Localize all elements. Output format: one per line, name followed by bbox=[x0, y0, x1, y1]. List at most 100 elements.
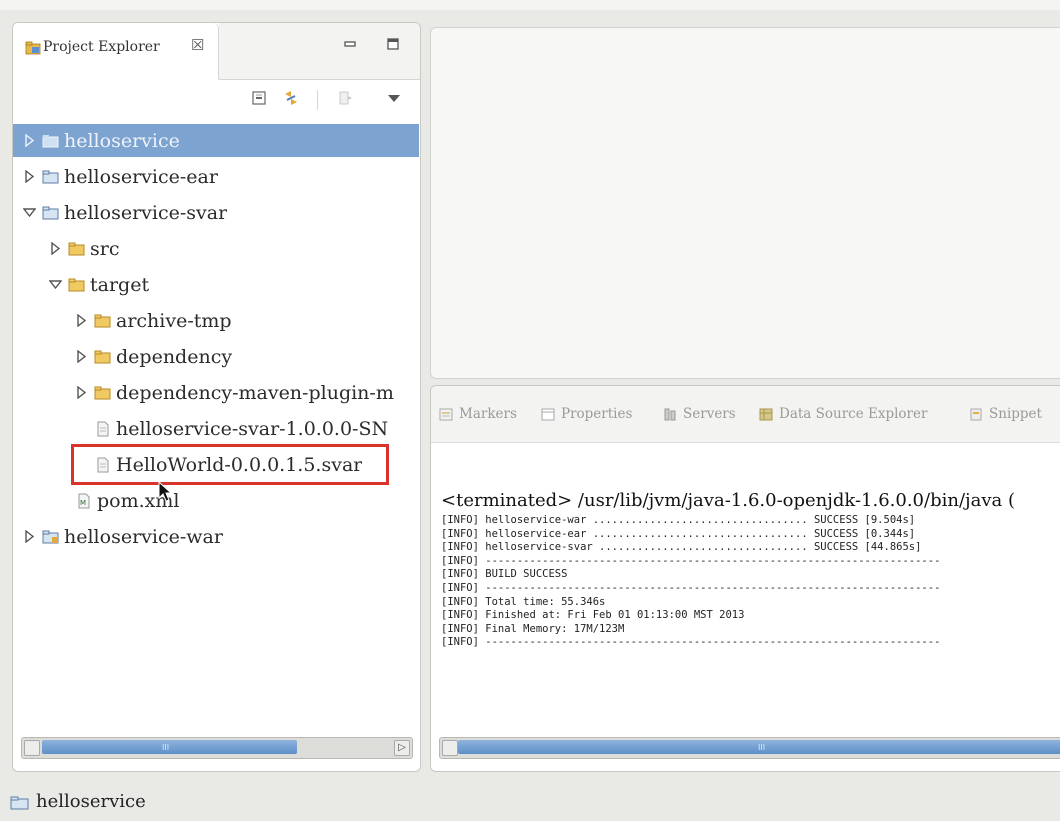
explorer-horizontal-scrollbar[interactable]: III ▷ bbox=[21, 737, 413, 759]
close-icon[interactable]: ☒ bbox=[191, 36, 204, 54]
file-icon bbox=[97, 421, 109, 436]
scrollbar-thumb[interactable]: III bbox=[458, 740, 1060, 754]
tree-item-pom-xml[interactable]: M pom.xml bbox=[13, 484, 420, 517]
mouse-cursor-icon bbox=[158, 481, 172, 502]
chevron-right-icon[interactable] bbox=[75, 350, 88, 363]
tree-item-label: dependency bbox=[116, 345, 233, 368]
folder-icon bbox=[94, 350, 111, 363]
explorer-toolbar bbox=[13, 80, 420, 122]
project-folder-icon bbox=[42, 530, 59, 543]
folder-icon bbox=[94, 386, 111, 399]
chevron-right-icon[interactable] bbox=[23, 530, 36, 543]
console-tabbar: Markers Properties Servers Data Source E… bbox=[431, 386, 1060, 443]
minimize-icon[interactable] bbox=[343, 37, 357, 51]
chevron-down-icon[interactable] bbox=[385, 92, 405, 112]
tree-item-label: target bbox=[90, 273, 150, 296]
tree-item-label: helloservice-war bbox=[64, 525, 223, 548]
console-output: [INFO] helloservice-war ................… bbox=[441, 514, 1060, 650]
snippets-icon bbox=[970, 408, 982, 420]
tab-properties[interactable]: Properties bbox=[541, 406, 632, 422]
panel-tabbar bbox=[219, 23, 420, 80]
scroll-right-button[interactable]: ▷ bbox=[394, 740, 410, 756]
tab-label: Servers bbox=[683, 406, 736, 422]
markers-icon bbox=[439, 408, 453, 420]
tab-label: Snippet bbox=[989, 406, 1042, 422]
tree-item-svar-snapshot[interactable]: helloservice-svar-1.0.0.0-SN bbox=[13, 412, 420, 445]
editor-area bbox=[430, 27, 1060, 379]
tree-item-helloservice-ear[interactable]: helloservice-ear bbox=[13, 160, 419, 193]
data-source-icon bbox=[759, 408, 773, 420]
project-folder-icon bbox=[42, 206, 59, 219]
tree-item-target[interactable]: target bbox=[13, 268, 420, 301]
file-icon bbox=[97, 457, 109, 472]
chevron-right-icon[interactable] bbox=[75, 314, 88, 327]
tab-data-source-explorer[interactable]: Data Source Explorer bbox=[759, 406, 927, 422]
svg-text:M: M bbox=[80, 499, 86, 507]
log-line: [INFO] helloservice-war ................… bbox=[441, 514, 916, 526]
tree-item-label: dependency-maven-plugin-m bbox=[116, 381, 394, 404]
tree-item-label: helloservice bbox=[64, 129, 180, 152]
log-line: [INFO] Final Memory: 17M/123M bbox=[441, 622, 625, 635]
servers-icon bbox=[664, 408, 676, 420]
log-line: [INFO] BUILD SUCCESS bbox=[441, 568, 568, 581]
tab-label: Properties bbox=[561, 406, 633, 422]
status-selected-resource: helloservice bbox=[36, 791, 146, 812]
toolbar-separator bbox=[317, 90, 318, 110]
log-line: [INFO] helloservice-svar ...............… bbox=[441, 541, 922, 554]
tree-item-helloservice-svar[interactable]: helloservice-svar bbox=[13, 196, 419, 229]
tree-item-label: HelloWorld-0.0.0.1.5.svar bbox=[116, 453, 363, 476]
status-bar: helloservice bbox=[0, 780, 1060, 821]
log-line: [INFO] ---------------------------------… bbox=[441, 581, 941, 594]
scroll-left-button[interactable] bbox=[24, 740, 40, 756]
project-explorer-panel: Project Explorer ☒ helloservice helloser… bbox=[12, 22, 421, 772]
console-horizontal-scrollbar[interactable]: III bbox=[439, 737, 1060, 759]
tab-title: Project Explorer bbox=[43, 39, 160, 55]
scrollbar-grip: III bbox=[758, 743, 766, 752]
chevron-down-icon[interactable] bbox=[49, 278, 62, 291]
folder-icon bbox=[94, 314, 111, 327]
tab-label: Markers bbox=[459, 406, 517, 422]
project-folder-icon bbox=[42, 170, 59, 183]
link-with-editor-icon[interactable] bbox=[281, 88, 301, 108]
chevron-down-icon[interactable] bbox=[23, 206, 36, 219]
project-folder-icon bbox=[42, 134, 59, 147]
folder-icon bbox=[68, 242, 85, 255]
tree-item-dependency[interactable]: dependency bbox=[13, 340, 420, 373]
tree-item-dependency-maven-plugin[interactable]: dependency-maven-plugin-m bbox=[13, 376, 420, 409]
scrollbar-thumb[interactable]: III bbox=[42, 740, 297, 754]
log-line: [INFO] ---------------------------------… bbox=[441, 636, 941, 649]
folder-icon bbox=[68, 278, 85, 291]
tab-snippets[interactable]: Snippet bbox=[969, 406, 1042, 422]
project-folder-icon bbox=[10, 796, 29, 810]
tab-project-explorer[interactable]: Project Explorer ☒ bbox=[13, 23, 219, 80]
tree-item-label: src bbox=[90, 237, 120, 260]
scrollbar-grip: III bbox=[162, 743, 170, 752]
tree-item-helloservice-war[interactable]: helloservice-war bbox=[13, 520, 419, 553]
chevron-right-icon[interactable] bbox=[23, 134, 36, 147]
chevron-right-icon[interactable] bbox=[23, 170, 36, 183]
tree-item-label: helloservice-ear bbox=[64, 165, 218, 188]
tree-item-archive-tmp[interactable]: archive-tmp bbox=[13, 304, 420, 337]
collapse-all-icon[interactable] bbox=[249, 88, 269, 108]
xml-file-icon: M bbox=[78, 493, 90, 508]
console-panel: Markers Properties Servers Data Source E… bbox=[430, 385, 1060, 772]
log-line: [INFO] ---------------------------------… bbox=[441, 554, 941, 567]
maximize-icon[interactable] bbox=[386, 37, 400, 51]
tree-item-helloworld-svar[interactable]: HelloWorld-0.0.0.1.5.svar bbox=[13, 448, 420, 481]
chevron-right-icon[interactable] bbox=[49, 242, 62, 255]
scroll-left-button[interactable] bbox=[442, 740, 458, 756]
project-explorer-icon bbox=[25, 41, 41, 55]
log-line: [INFO] Total time: 55.346s bbox=[441, 595, 606, 608]
window-top-strip bbox=[0, 0, 1060, 10]
tree-item-helloservice[interactable]: helloservice bbox=[13, 124, 419, 157]
log-line: [INFO] helloservice-ear ................… bbox=[441, 527, 916, 540]
chevron-right-icon[interactable] bbox=[75, 386, 88, 399]
tree-item-src[interactable]: src bbox=[13, 232, 420, 265]
tree-item-label: archive-tmp bbox=[116, 309, 232, 332]
view-menu-icon[interactable] bbox=[335, 88, 355, 108]
tab-label: Data Source Explorer bbox=[779, 406, 928, 422]
properties-icon bbox=[541, 408, 555, 420]
tab-markers[interactable]: Markers bbox=[439, 406, 517, 422]
console-status-header: <terminated> /usr/lib/jvm/java-1.6.0-ope… bbox=[441, 490, 1015, 511]
tab-servers[interactable]: Servers bbox=[663, 406, 736, 422]
